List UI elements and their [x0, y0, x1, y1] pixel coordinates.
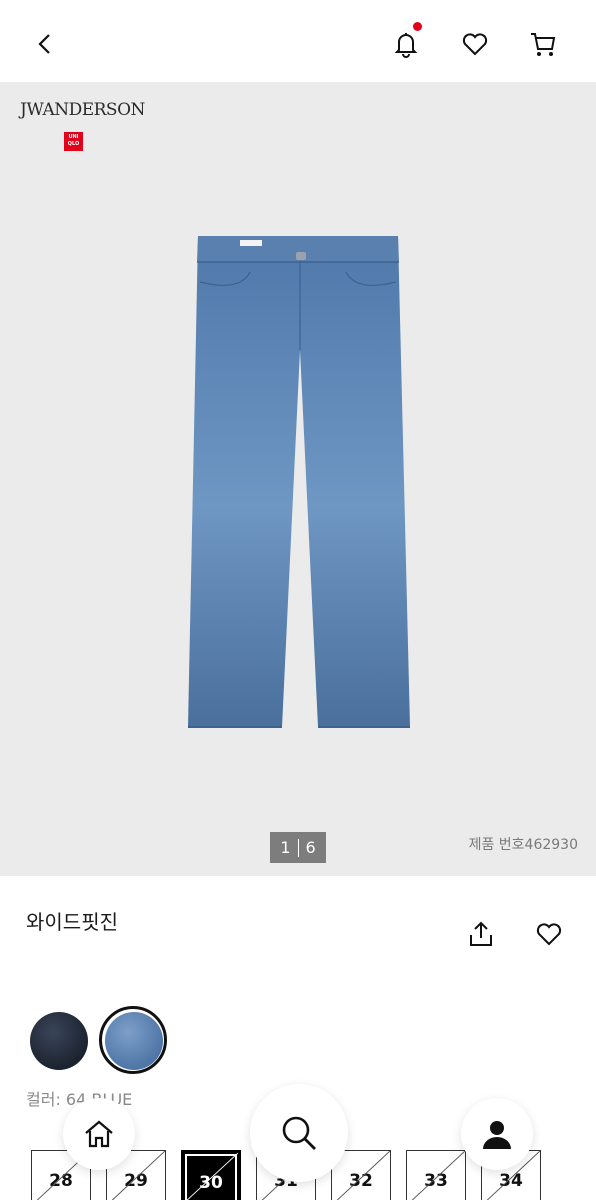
pager-divider — [297, 838, 299, 857]
notifications-button[interactable] — [384, 22, 428, 66]
size-option[interactable]: 33 — [406, 1150, 466, 1200]
user-icon — [483, 1121, 511, 1149]
cart-icon — [531, 33, 556, 56]
color-swatch-blue[interactable] — [105, 1012, 163, 1070]
back-button[interactable] — [24, 22, 68, 66]
pager-current: 1 — [280, 838, 291, 857]
search-icon — [282, 1116, 316, 1150]
top-bar — [0, 0, 596, 82]
image-pager: 1 6 — [270, 832, 326, 863]
heart-outline-icon — [536, 923, 562, 946]
favorite-button[interactable] — [530, 915, 568, 953]
size-option-selected[interactable]: 30 — [181, 1150, 241, 1200]
heart-outline-icon — [462, 33, 488, 56]
notification-dot — [413, 22, 422, 31]
bell-icon — [394, 33, 418, 58]
product-jeans-image — [188, 236, 410, 728]
pager-total: 6 — [305, 838, 316, 857]
share-button[interactable] — [462, 915, 500, 953]
cart-button[interactable] — [521, 22, 565, 66]
product-title: 와이드핏진 — [26, 910, 118, 934]
unavailable-slash — [411, 1151, 465, 1200]
uniqlo-logo: UNI QLO — [64, 132, 83, 151]
product-image-gallery[interactable]: JWANDERSON UNI QLO 1 6 제품 번호462930 — [0, 82, 596, 876]
unavailable-slash — [186, 1153, 238, 1200]
chevron-left-icon — [38, 34, 50, 54]
color-swatch-navy[interactable] — [30, 1012, 88, 1070]
home-button[interactable] — [63, 1098, 135, 1170]
brand-logo: JWANDERSON — [20, 100, 145, 120]
account-button[interactable] — [461, 1098, 533, 1170]
share-icon — [470, 921, 492, 946]
wishlist-button[interactable] — [453, 22, 497, 66]
search-button[interactable] — [250, 1084, 348, 1182]
product-number: 제품 번호462930 — [468, 837, 578, 853]
home-icon — [85, 1120, 113, 1148]
